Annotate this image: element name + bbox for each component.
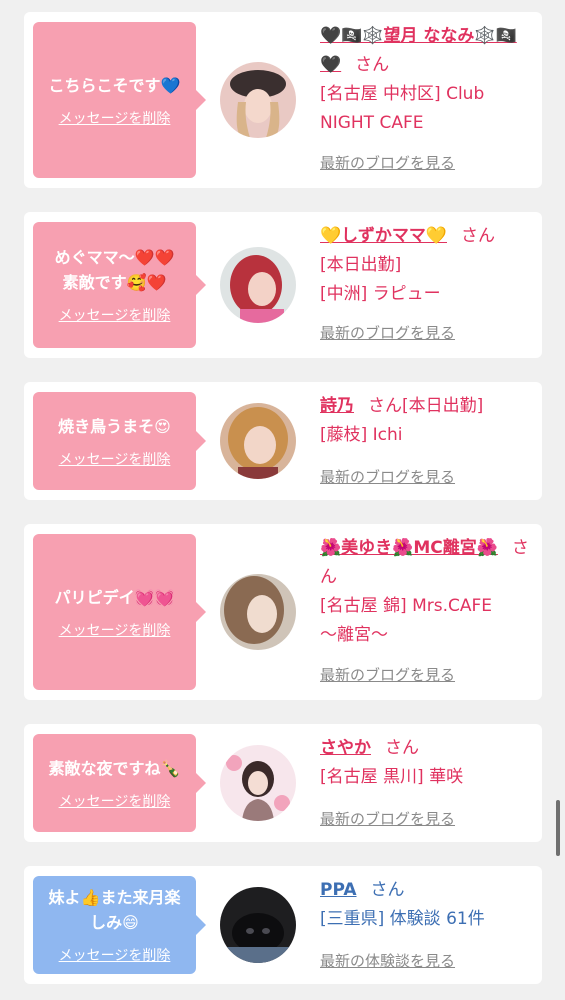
honorific: さん (355, 55, 390, 75)
message-bubble: パリピデイ💓💓 メッセージを削除 (33, 534, 206, 690)
sender-name[interactable]: 🖤🏴‍☠️🕸️望月 ななみ🕸️🏴‍☠️🖤 (320, 26, 517, 75)
delete-message-link[interactable]: メッセージを削除 (59, 449, 171, 469)
message-bubble: 妹よ👍また来月楽 しみ😄 メッセージを削除 (33, 876, 206, 974)
message-card: めぐママ〜❤️❤️ 素敵です🥰❤️ メッセージを削除 💛しずかママ💛 さん [本日… (24, 212, 542, 358)
sender-details: [名古屋 中村区] Club NIGHT CAFE (320, 84, 485, 133)
message-text: 素敵な夜ですね🍾 (48, 758, 181, 778)
message-card: 妹よ👍また来月楽 しみ😄 メッセージを削除 PPA さん [三重県] 体験談 61… (24, 866, 542, 984)
sender-info: 詩乃 さん[本日出勤] [藤枝] Ichi (320, 392, 534, 450)
delete-message-link[interactable]: メッセージを削除 (59, 620, 171, 640)
message-bubble: めぐママ〜❤️❤️ 素敵です🥰❤️ メッセージを削除 (33, 222, 206, 348)
sender-details: [藤枝] Ichi (320, 425, 403, 445)
delete-message-link[interactable]: メッセージを削除 (59, 945, 171, 965)
message-feed: こちらこそです💙 メッセージを削除 🖤🏴‍☠️🕸️望月 ななみ🕸️🏴‍☠️🖤 さん… (0, 0, 565, 1000)
sender-name[interactable]: PPA (320, 880, 357, 900)
delete-message-link[interactable]: メッセージを削除 (59, 305, 171, 325)
message-text: 焼き鳥うまそ😍 (58, 416, 171, 436)
message-bubble: 焼き鳥うまそ😍 メッセージを削除 (33, 392, 206, 490)
delete-message-link[interactable]: メッセージを削除 (59, 108, 171, 128)
avatar-photo (220, 403, 296, 479)
honorific: さん (370, 880, 405, 900)
scrollbar[interactable] (556, 800, 560, 856)
sender-details: [本日出勤] [中洲] ラピュー (320, 255, 441, 304)
avatar-photo (220, 887, 296, 963)
sender-info: 🖤🏴‍☠️🕸️望月 ななみ🕸️🏴‍☠️🖤 さん [名古屋 中村区] Club NI… (320, 22, 534, 138)
sender-details: [名古屋 黒川] 華咲 (320, 767, 464, 787)
latest-experience-link[interactable]: 最新の体験談を見る (320, 950, 455, 971)
sender-info: 💛しずかママ💛 さん [本日出勤] [中洲] ラピュー (320, 222, 534, 309)
sender-name[interactable]: 詩乃 (320, 396, 354, 416)
latest-blog-link[interactable]: 最新のブログを見る (320, 664, 455, 685)
sender-name[interactable]: 🌺美ゆき🌺MC離宮🌺 (320, 538, 498, 558)
sender-details: [名古屋 錦] Mrs.CAFE 〜離宮〜 (320, 596, 493, 645)
message-card: こちらこそです💙 メッセージを削除 🖤🏴‍☠️🕸️望月 ななみ🕸️🏴‍☠️🖤 さん… (24, 12, 542, 188)
delete-message-link[interactable]: メッセージを削除 (59, 791, 171, 811)
latest-blog-link[interactable]: 最新のブログを見る (320, 322, 455, 343)
sender-name[interactable]: さやか (320, 738, 371, 758)
sender-details: [三重県] 体験談 61件 (320, 909, 485, 929)
avatar-photo (220, 745, 296, 821)
message-text: 妹よ👍また来月楽 しみ😄 (48, 888, 181, 932)
avatar[interactable] (220, 887, 296, 963)
honorific: さん (385, 738, 419, 758)
avatar[interactable] (220, 403, 296, 479)
honorific: さん (461, 226, 495, 246)
avatar[interactable] (220, 574, 296, 650)
avatar-photo (220, 574, 296, 650)
message-card: 素敵な夜ですね🍾 メッセージを削除 さやか さん [名古屋 黒川] 華咲 最新のブ… (24, 724, 542, 842)
avatar-photo (220, 62, 296, 138)
message-bubble: こちらこそです💙 メッセージを削除 (33, 22, 206, 178)
avatar[interactable] (220, 745, 296, 821)
message-text: めぐママ〜❤️❤️ 素敵です🥰❤️ (54, 248, 175, 292)
avatar[interactable] (220, 247, 296, 323)
message-card: パリピデイ💓💓 メッセージを削除 🌺美ゆき🌺MC離宮🌺 さん [名古屋 錦] Mr… (24, 524, 542, 700)
latest-blog-link[interactable]: 最新のブログを見る (320, 808, 455, 829)
latest-blog-link[interactable]: 最新のブログを見る (320, 466, 455, 487)
message-card: 焼き鳥うまそ😍 メッセージを削除 詩乃 さん[本日出勤] [藤枝] Ichi 最新… (24, 382, 542, 500)
honorific: さん (368, 396, 402, 416)
avatar-photo (220, 247, 296, 323)
work-status: [本日出勤] (402, 396, 484, 416)
message-text: パリピデイ💓💓 (54, 587, 175, 607)
avatar[interactable] (220, 62, 296, 138)
sender-info: PPA さん [三重県] 体験談 61件 (320, 876, 534, 934)
message-bubble: 素敵な夜ですね🍾 メッセージを削除 (33, 734, 206, 832)
sender-info: 🌺美ゆき🌺MC離宮🌺 さん [名古屋 錦] Mrs.CAFE 〜離宮〜 (320, 534, 534, 650)
sender-name[interactable]: 💛しずかママ💛 (320, 226, 447, 246)
message-text: こちらこそです💙 (48, 75, 181, 95)
latest-blog-link[interactable]: 最新のブログを見る (320, 152, 455, 173)
sender-info: さやか さん [名古屋 黒川] 華咲 (320, 734, 534, 792)
